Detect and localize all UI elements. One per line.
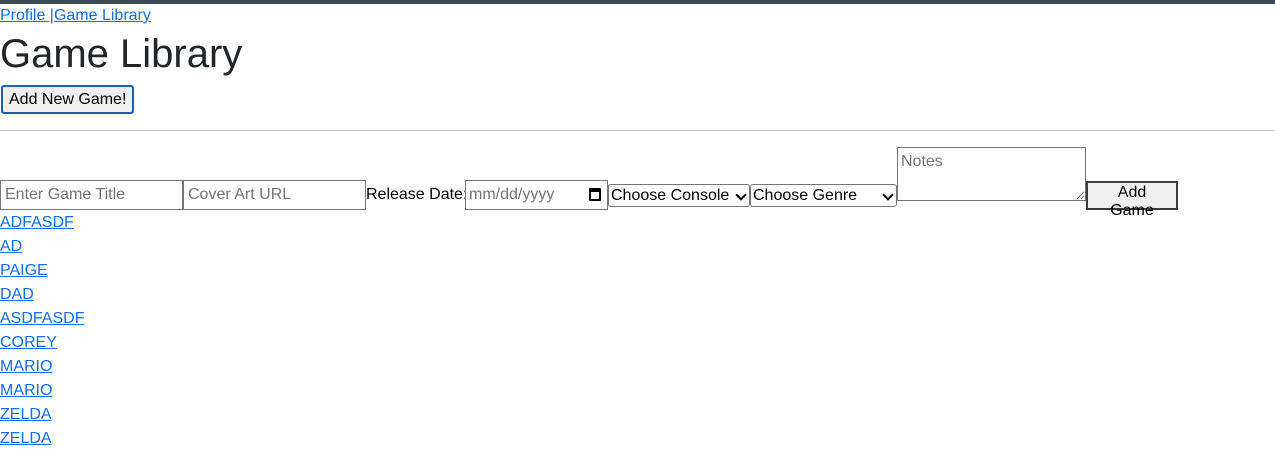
- game-link[interactable]: DAD: [0, 286, 34, 303]
- genre-select[interactable]: Choose Genre: [750, 184, 897, 207]
- list-item: COREY: [0, 332, 84, 356]
- list-item: DAD: [0, 284, 84, 308]
- list-item: ZELDA: [0, 428, 84, 452]
- game-title-input[interactable]: [0, 180, 183, 210]
- game-link[interactable]: ADFASDF: [0, 214, 74, 231]
- add-new-game-button[interactable]: Add New Game!: [1, 85, 135, 114]
- add-game-button[interactable]: Add Game: [1086, 181, 1178, 219]
- list-item: MARIO: [0, 356, 84, 380]
- list-item: AD: [0, 236, 84, 260]
- release-date-input[interactable]: [465, 180, 608, 210]
- profile-link[interactable]: Profile |: [0, 7, 54, 24]
- game-link[interactable]: ZELDA: [0, 406, 52, 423]
- list-item: ZELDA: [0, 404, 84, 428]
- page-title: Game Library: [0, 32, 243, 76]
- divider: [0, 130, 1275, 131]
- console-select[interactable]: Choose Console: [608, 184, 750, 207]
- game-link[interactable]: ZELDA: [0, 430, 52, 447]
- game-link[interactable]: PAIGE: [0, 262, 48, 279]
- notes-textarea[interactable]: [897, 147, 1086, 201]
- game-link[interactable]: MARIO: [0, 382, 52, 399]
- game-link[interactable]: COREY: [0, 334, 57, 351]
- top-strip: [0, 0, 1275, 4]
- nav-links: Profile |Game Library: [0, 6, 151, 26]
- cover-art-url-input[interactable]: [183, 180, 366, 210]
- list-item: MARIO: [0, 380, 84, 404]
- game-link[interactable]: MARIO: [0, 358, 52, 375]
- game-link[interactable]: AD: [0, 238, 22, 255]
- game-list: ADFASDF AD PAIGE DAD ASDFASDF COREY MARI…: [0, 212, 84, 452]
- release-date-label: Release Date:: [366, 186, 468, 203]
- game-library-link[interactable]: Game Library: [54, 7, 151, 24]
- list-item: PAIGE: [0, 260, 84, 284]
- game-link[interactable]: ASDFASDF: [0, 310, 84, 327]
- list-item: ADFASDF: [0, 212, 84, 236]
- list-item: ASDFASDF: [0, 308, 84, 332]
